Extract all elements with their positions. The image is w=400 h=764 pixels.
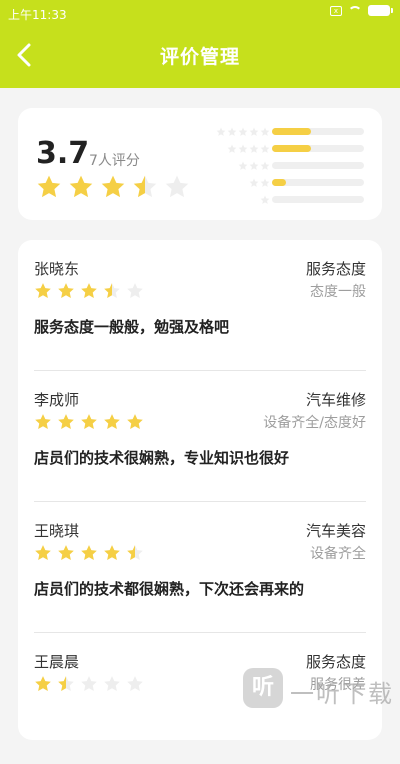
star-half-icon — [126, 544, 144, 562]
distribution-stars — [227, 144, 270, 154]
star-filled-icon — [34, 544, 52, 562]
watermark: 听 一听下载 — [240, 664, 400, 712]
star-empty-icon — [80, 675, 98, 693]
distribution-bar-fill — [272, 145, 311, 152]
star-empty-icon — [238, 161, 248, 171]
distribution-bar-fill — [272, 179, 286, 186]
review-tag: 设备齐全/态度好 — [263, 415, 366, 431]
average-score: 3.7 — [36, 136, 90, 171]
review-category: 汽车维修 — [305, 391, 366, 409]
distribution-bar — [272, 179, 364, 186]
star-filled-icon — [103, 413, 121, 431]
star-filled-icon — [100, 174, 126, 200]
review-category: 汽车美容 — [305, 522, 366, 540]
rater-count: 7人评分 — [89, 153, 140, 169]
distribution-bar-fill — [272, 128, 311, 135]
review-item[interactable]: 王晓琪 汽车美容设备齐全店员们的技术都很娴熟，下次还会再来的 — [34, 502, 366, 633]
distribution-stars — [238, 161, 270, 171]
review-comment: 服务态度一般般，勉强及格吧 — [34, 318, 230, 336]
status-icons: x — [330, 5, 393, 16]
star-filled-icon — [34, 413, 52, 431]
star-empty-icon — [249, 161, 259, 171]
distribution-row — [216, 158, 366, 175]
star-filled-icon — [126, 413, 144, 431]
star-empty-icon — [249, 178, 259, 188]
star-empty-icon — [227, 127, 237, 137]
star-half-icon — [57, 675, 75, 693]
distribution-bar — [272, 162, 364, 169]
star-empty-icon — [164, 174, 190, 200]
header-bar: 上午11:33 x 评价管理 — [0, 0, 400, 88]
star-filled-icon — [80, 282, 98, 300]
review-tag: 设备齐全 — [310, 546, 366, 562]
review-item[interactable]: 张晓东 服务态度态度一般服务态度一般般，勉强及格吧 — [34, 240, 366, 371]
review-stars — [34, 282, 144, 300]
status-time: 上午11:33 — [8, 8, 67, 22]
review-comment: 店员们的技术很娴熟，专业知识也很好 — [34, 449, 290, 467]
review-tag: 态度一般 — [310, 284, 366, 300]
star-empty-icon — [238, 144, 248, 154]
review-stars — [34, 413, 144, 431]
distribution-bar — [272, 128, 364, 135]
star-empty-icon — [103, 675, 121, 693]
review-item[interactable]: 李成师 汽车维修设备齐全/态度好店员们的技术很娴熟，专业知识也很好 — [34, 371, 366, 502]
star-half-icon — [132, 174, 158, 200]
reviewer-name: 张晓东 — [34, 260, 80, 278]
rating-distribution — [216, 124, 366, 209]
star-empty-icon — [126, 282, 144, 300]
star-empty-icon — [260, 127, 270, 137]
star-filled-icon — [57, 282, 75, 300]
star-empty-icon — [227, 144, 237, 154]
sim-icon: x — [330, 5, 342, 16]
review-comment: 店员们的技术都很娴熟，下次还会再来的 — [34, 580, 305, 598]
distribution-stars — [249, 178, 270, 188]
star-filled-icon — [57, 413, 75, 431]
reviewer-name: 王晓琪 — [34, 522, 80, 540]
reviewer-name: 李成师 — [34, 391, 80, 409]
star-empty-icon — [238, 127, 248, 137]
star-half-icon — [103, 282, 121, 300]
distribution-row — [216, 141, 366, 158]
distribution-row — [216, 175, 366, 192]
star-filled-icon — [36, 174, 62, 200]
star-empty-icon — [260, 178, 270, 188]
distribution-row — [216, 192, 366, 209]
star-empty-icon — [260, 161, 270, 171]
watermark-text: 一听下载 — [290, 680, 394, 708]
reviewer-name: 王晨晨 — [34, 653, 80, 671]
star-filled-icon — [103, 544, 121, 562]
star-empty-icon — [126, 675, 144, 693]
star-empty-icon — [260, 195, 270, 205]
star-empty-icon — [249, 144, 259, 154]
star-filled-icon — [34, 675, 52, 693]
distribution-stars — [260, 195, 270, 205]
distribution-row — [216, 124, 366, 141]
watermark-logo: 听 — [243, 668, 283, 708]
star-empty-icon — [249, 127, 259, 137]
review-category: 服务态度 — [305, 260, 366, 278]
distribution-bar — [272, 145, 364, 152]
review-stars — [34, 675, 144, 693]
rating-summary-card: 3.7 7人评分 — [18, 108, 382, 220]
wifi-icon — [348, 5, 362, 16]
distribution-bar — [272, 196, 364, 203]
star-filled-icon — [80, 544, 98, 562]
star-empty-icon — [216, 127, 226, 137]
battery-icon — [368, 5, 393, 16]
star-filled-icon — [57, 544, 75, 562]
page-title: 评价管理 — [159, 46, 240, 68]
star-filled-icon — [80, 413, 98, 431]
review-stars — [34, 544, 144, 562]
distribution-stars — [216, 127, 270, 137]
summary-stars — [36, 174, 190, 200]
star-empty-icon — [260, 144, 270, 154]
status-bar: 上午11:33 x — [0, 0, 400, 26]
star-filled-icon — [68, 174, 94, 200]
star-filled-icon — [34, 282, 52, 300]
